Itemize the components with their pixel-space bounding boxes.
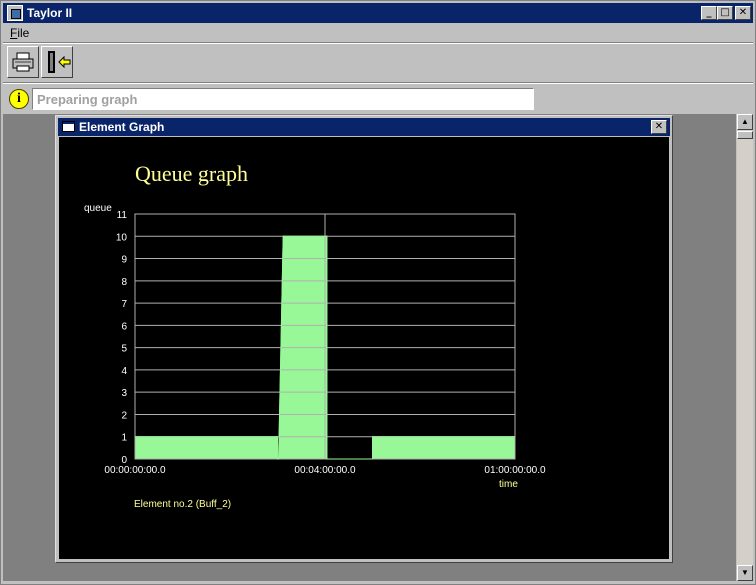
window-icon[interactable] bbox=[62, 121, 75, 132]
y-tick-label: 10 bbox=[116, 232, 128, 243]
scroll-up-button[interactable]: ▲ bbox=[737, 114, 753, 130]
app-window: Taylor II _ □ ✕ File i Preparing graph ▲… bbox=[0, 0, 756, 585]
chart-title: Queue graph bbox=[135, 161, 248, 186]
x-axis-label: time bbox=[499, 479, 518, 490]
element-caption: Element no.2 (Buff_2) bbox=[134, 499, 231, 510]
app-icon[interactable] bbox=[7, 5, 23, 21]
minimize-button[interactable]: _ bbox=[701, 6, 717, 20]
scroll-down-button[interactable]: ▼ bbox=[737, 565, 753, 581]
child-title-bar[interactable]: Element Graph ✕ bbox=[58, 118, 670, 136]
status-row: i Preparing graph bbox=[3, 85, 753, 113]
status-message: Preparing graph bbox=[32, 88, 534, 110]
title-bar[interactable]: Taylor II _ □ ✕ bbox=[3, 3, 753, 23]
vertical-scrollbar[interactable]: ▲ ▼ bbox=[737, 114, 753, 581]
exit-door-icon bbox=[48, 51, 71, 73]
y-tick-label: 4 bbox=[121, 366, 127, 377]
y-tick-label: 2 bbox=[121, 410, 127, 421]
toolbar-divider bbox=[3, 82, 753, 84]
child-window-title: Element Graph bbox=[79, 120, 165, 134]
exit-button[interactable] bbox=[41, 46, 73, 78]
y-axis-label: queue bbox=[84, 203, 112, 214]
print-button[interactable] bbox=[7, 46, 39, 78]
queue-chart: Queue graphqueue0123456789101100:00:00:0… bbox=[84, 161, 546, 510]
x-tick-label: 01:00:00:00.0 bbox=[484, 465, 546, 476]
info-icon: i bbox=[9, 89, 29, 109]
y-tick-label: 6 bbox=[121, 321, 127, 332]
x-tick-label: 00:04:00:00.0 bbox=[294, 465, 356, 476]
x-tick-label: 00:00:00:00.0 bbox=[104, 465, 166, 476]
y-tick-label: 9 bbox=[121, 255, 127, 266]
maximize-button[interactable]: □ bbox=[717, 6, 733, 20]
child-close-button[interactable]: ✕ bbox=[651, 120, 667, 134]
element-graph-window: Element Graph ✕ Queue graph queue 0 1 2 3 4 5 6 7… bbox=[55, 115, 673, 563]
toolbar bbox=[3, 44, 753, 82]
y-tick-label: 11 bbox=[117, 210, 128, 221]
y-tick-label: 5 bbox=[121, 344, 127, 355]
close-button[interactable]: ✕ bbox=[735, 6, 751, 20]
y-tick-label: 3 bbox=[121, 388, 127, 399]
printer-icon bbox=[12, 52, 34, 72]
y-tick-label: 7 bbox=[121, 299, 127, 310]
y-tick-label: 1 bbox=[121, 433, 127, 444]
scroll-thumb[interactable] bbox=[737, 131, 753, 139]
menu-file[interactable]: File bbox=[10, 26, 29, 40]
menu-file-rest: ile bbox=[17, 26, 30, 40]
y-tick-label: 8 bbox=[121, 277, 127, 288]
menu-bar: File bbox=[3, 24, 753, 42]
graph-canvas: Queue graph queue 0 1 2 3 4 5 6 7 8 9 10 11 00:00:00:0… bbox=[59, 137, 669, 559]
window-title: Taylor II bbox=[27, 6, 73, 20]
